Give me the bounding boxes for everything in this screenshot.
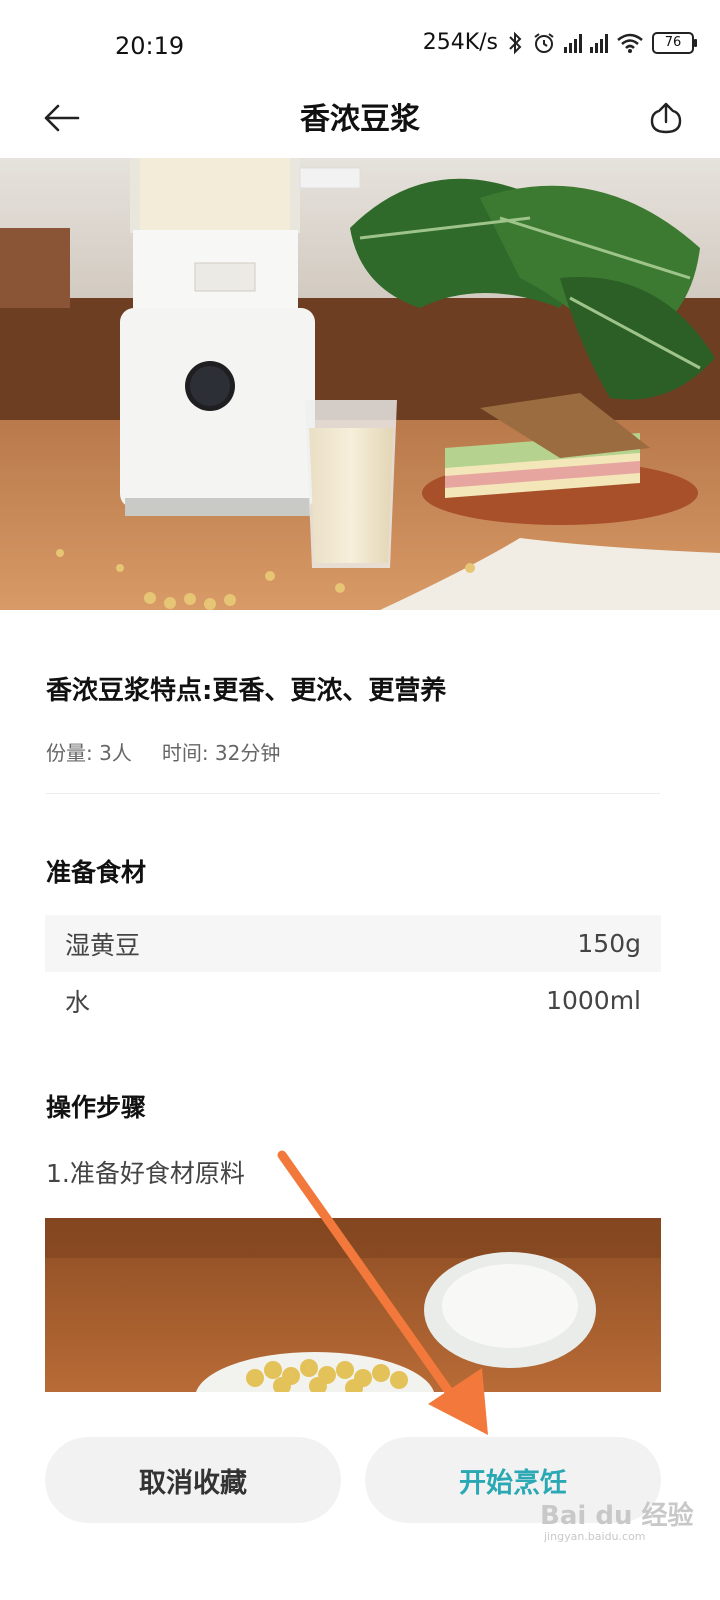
- status-bar: 20:19 254K/s 76: [0, 0, 720, 80]
- bluetooth-icon: [509, 31, 522, 54]
- ingredient-row: 湿黄豆 150g: [45, 915, 661, 972]
- signal-icon: [590, 33, 608, 53]
- steps-heading: 操作步骤: [46, 1093, 147, 1122]
- step-text: 1.准备好食材原料: [46, 1159, 245, 1188]
- wifi-icon: [617, 33, 643, 53]
- ingredient-name: 水: [65, 987, 91, 1017]
- ingredient-row: 水 1000ml: [45, 972, 661, 1029]
- cook-time-text: 时间: 32分钟: [161, 741, 281, 765]
- network-speed: 254K/s: [422, 30, 498, 55]
- share-upload-icon: [650, 102, 682, 134]
- recipe-meta: 份量: 3人 时间: 32分钟: [46, 737, 280, 766]
- battery-icon: 76: [652, 31, 697, 54]
- status-time: 20:19: [115, 32, 185, 60]
- share-button[interactable]: [642, 94, 690, 142]
- step-image: [45, 1218, 661, 1392]
- baidu-watermark-url: jingyan.baidu.com: [544, 1530, 646, 1543]
- ingredients-heading: 准备食材: [46, 858, 147, 887]
- recipe-hero-image: [0, 158, 720, 610]
- alarm-icon: [534, 32, 554, 53]
- signal-icon: [564, 33, 582, 53]
- divider: [46, 793, 660, 794]
- ingredient-amount: 150g: [577, 929, 641, 958]
- top-app-bar: 香浓豆浆: [0, 80, 720, 158]
- cancel-favorite-button[interactable]: 取消收藏: [45, 1437, 341, 1523]
- ingredient-amount: 1000ml: [546, 986, 641, 1015]
- soy-milk-photo: [0, 158, 720, 610]
- baidu-watermark-logo: Bai du 经验: [540, 1501, 694, 1531]
- page-title: 香浓豆浆: [300, 102, 420, 137]
- recipe-title: 香浓豆浆特点:更香、更浓、更营养: [46, 676, 447, 706]
- status-icons: 254K/s 76: [422, 30, 697, 55]
- servings-text: 份量: 3人: [46, 741, 132, 765]
- ingredients-photo: [45, 1218, 661, 1392]
- ingredient-name: 湿黄豆: [65, 930, 141, 960]
